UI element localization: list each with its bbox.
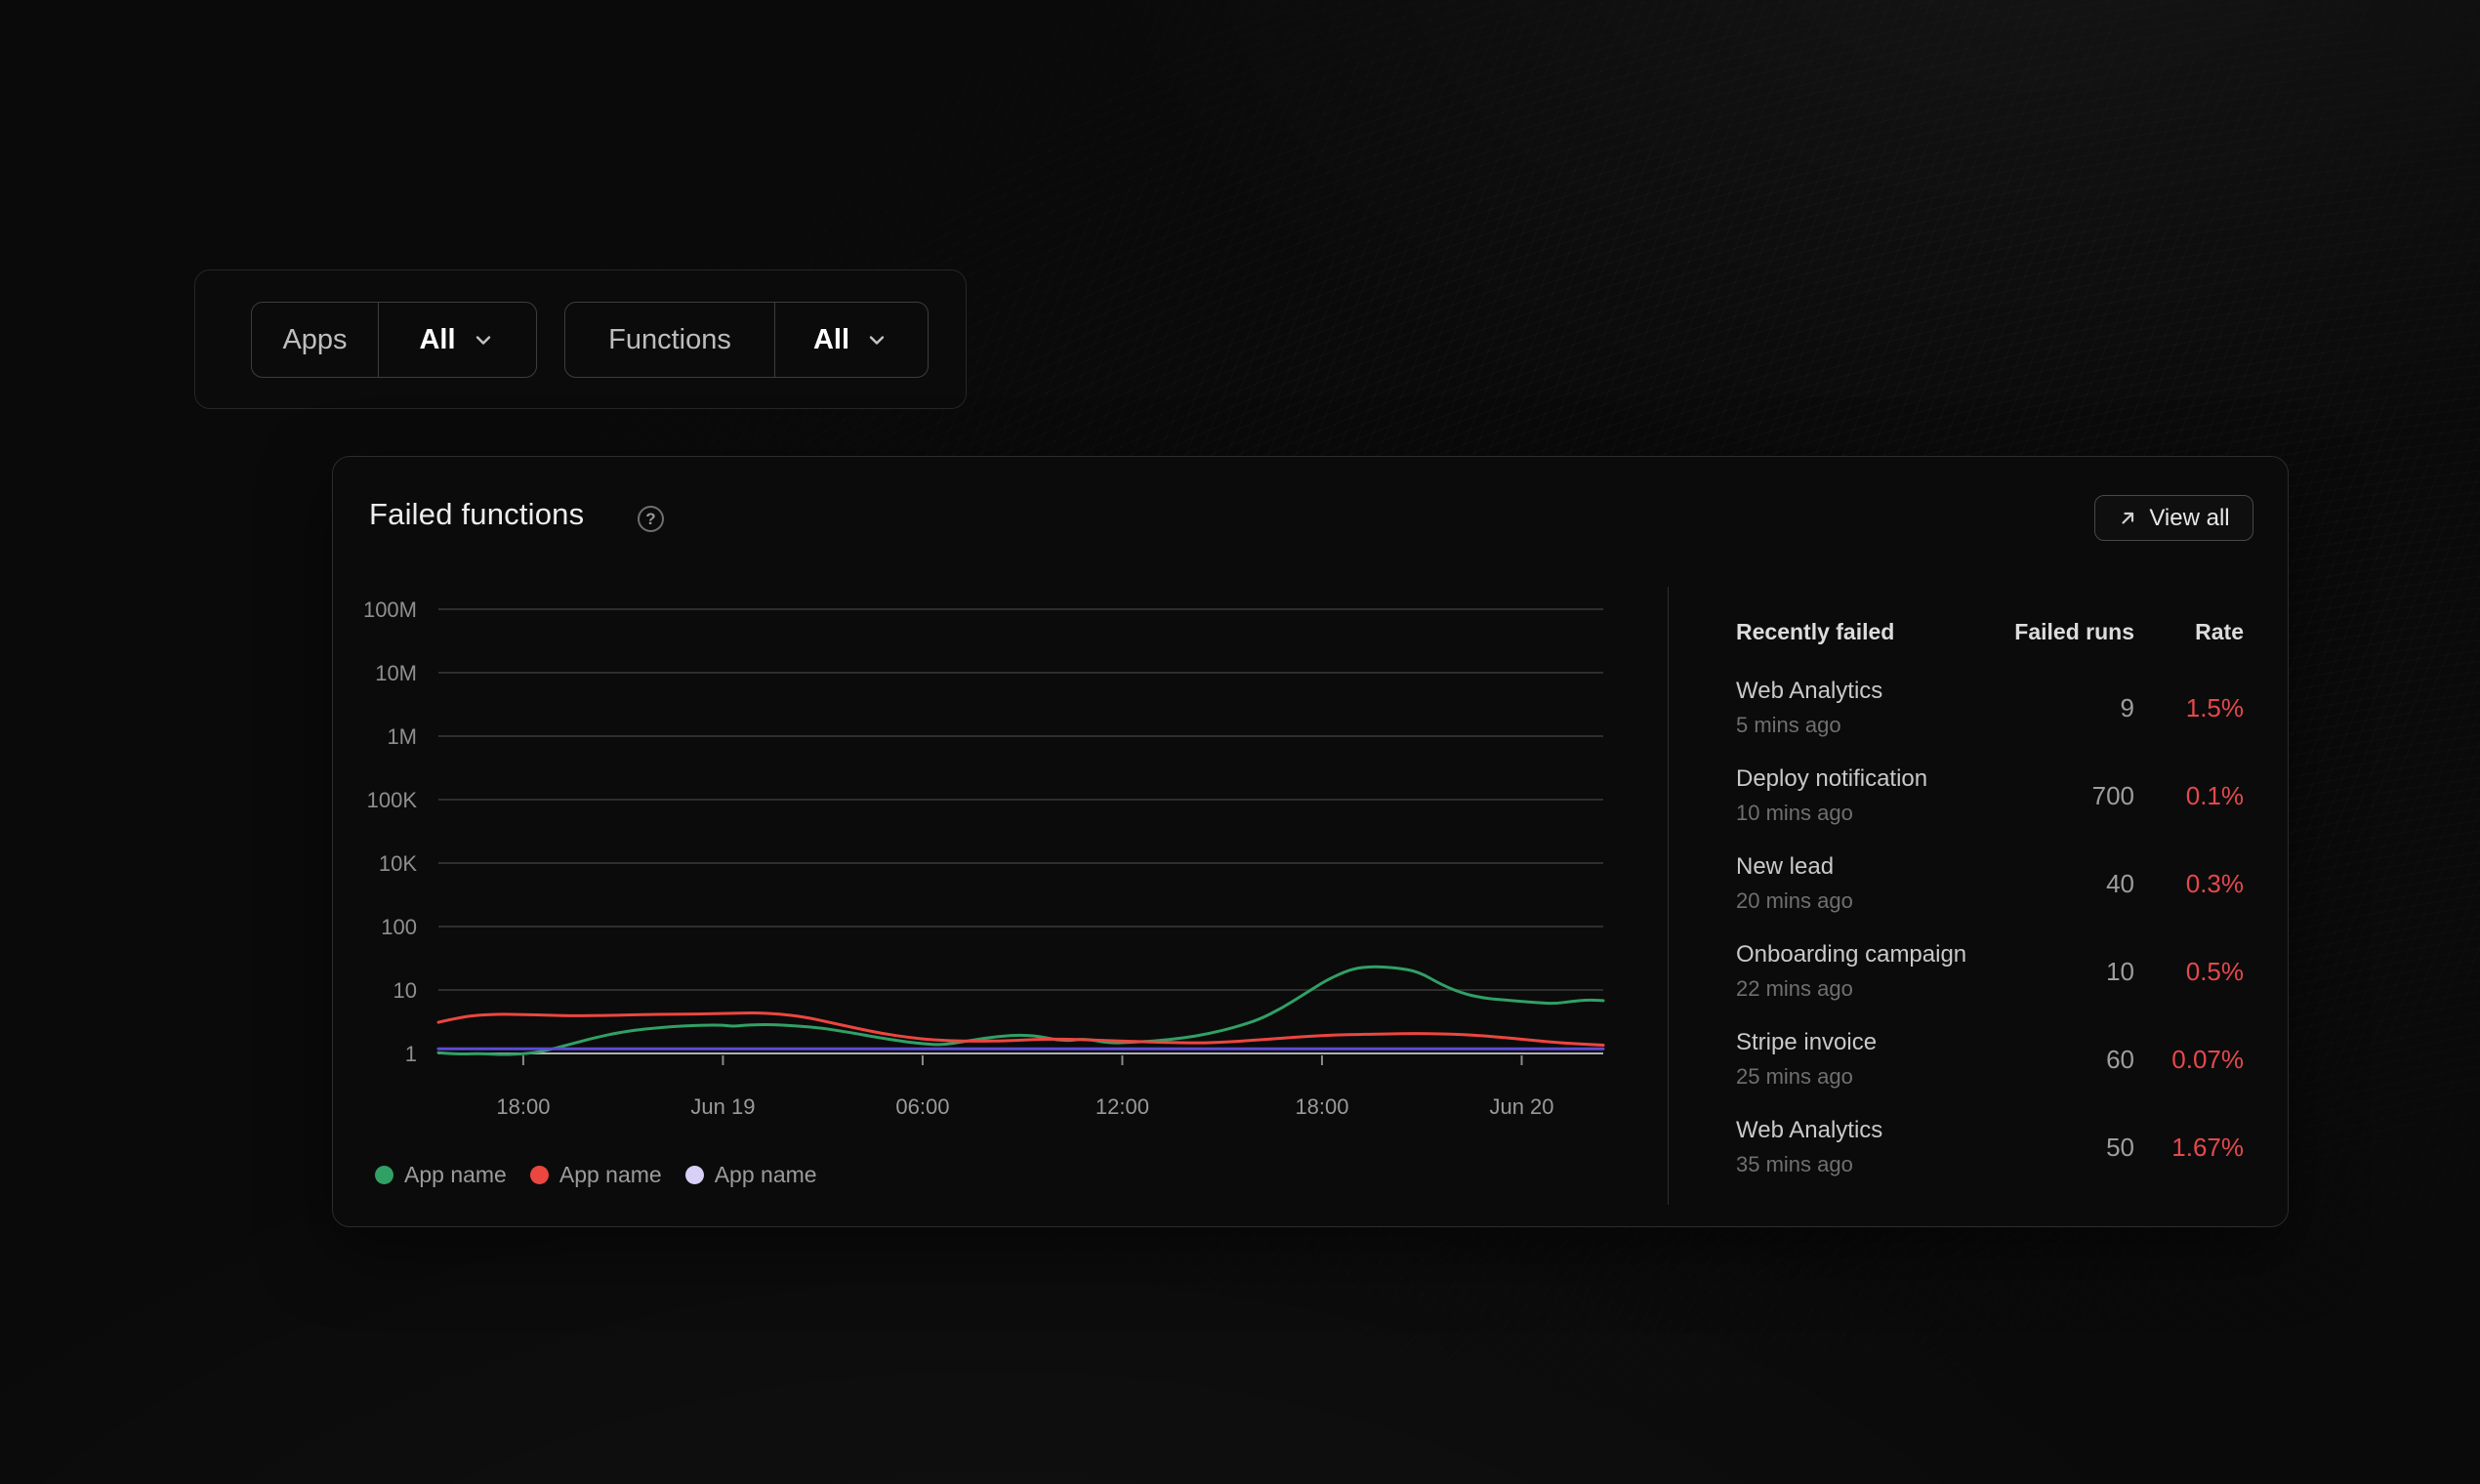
failed-runs-value: 10 (2106, 957, 2134, 987)
rate-value: 1.67% (2171, 1133, 2244, 1163)
legend-item[interactable]: App name (530, 1162, 662, 1188)
functions-filter-selected-value: All (813, 324, 849, 356)
apps-filter-dropdown[interactable]: All (379, 303, 536, 377)
table-row[interactable]: Onboarding campaign 22 mins ago 10 0.5% (1736, 941, 2244, 1029)
arrow-up-right-icon (2118, 508, 2138, 528)
legend-item[interactable]: App name (375, 1162, 507, 1188)
svg-text:18:00: 18:00 (1295, 1094, 1348, 1119)
svg-text:1M: 1M (387, 724, 417, 749)
table-row[interactable]: New lead 20 mins ago 40 0.3% (1736, 853, 2244, 941)
card-title: Failed functions (369, 497, 584, 532)
svg-text:10M: 10M (375, 661, 417, 685)
view-all-label: View all (2149, 505, 2229, 532)
function-time: 10 mins ago (1736, 801, 1853, 826)
table-header-rate: Rate (2195, 619, 2244, 645)
function-time: 25 mins ago (1736, 1064, 1853, 1090)
function-name: New lead (1736, 853, 1834, 881)
svg-text:06:00: 06:00 (895, 1094, 949, 1119)
function-name: Deploy notification (1736, 765, 1927, 793)
rate-value: 0.3% (2186, 869, 2244, 899)
function-name: Stripe invoice (1736, 1029, 1877, 1056)
divider (1668, 587, 1669, 1205)
legend-label: App name (715, 1162, 817, 1188)
failed-functions-card: Failed functions ? View all 11010010K100… (332, 456, 2289, 1227)
failed-runs-value: 60 (2106, 1045, 2134, 1075)
view-all-button[interactable]: View all (2094, 495, 2253, 541)
function-name: Onboarding campaign (1736, 941, 1966, 969)
function-name: Web Analytics (1736, 678, 1882, 705)
apps-filter-label: Apps (252, 303, 379, 377)
failed-runs-value: 50 (2106, 1133, 2134, 1163)
table-row[interactable]: Web Analytics 5 mins ago 9 1.5% (1736, 678, 2244, 765)
table-row[interactable]: Deploy notification 10 mins ago 700 0.1% (1736, 765, 2244, 853)
rate-value: 0.07% (2171, 1045, 2244, 1075)
functions-filter-dropdown[interactable]: All (775, 303, 928, 377)
table-header-recently-failed: Recently failed (1736, 619, 1894, 645)
legend-label: App name (559, 1162, 662, 1188)
apps-filter: Apps All (251, 302, 537, 378)
apps-filter-selected-value: All (419, 324, 455, 356)
svg-text:100K: 100K (367, 788, 418, 812)
table-header-failed-runs: Failed runs (2014, 619, 2134, 645)
svg-text:12:00: 12:00 (1095, 1094, 1149, 1119)
legend-dot-red (530, 1166, 549, 1184)
table-row[interactable]: Web Analytics 35 mins ago 50 1.67% (1736, 1117, 2244, 1205)
svg-text:1: 1 (405, 1042, 417, 1066)
rate-value: 0.1% (2186, 781, 2244, 811)
function-time: 5 mins ago (1736, 713, 1841, 738)
rate-value: 1.5% (2186, 693, 2244, 723)
failed-runs-value: 700 (2092, 781, 2134, 811)
chevron-down-icon (864, 327, 889, 352)
table-row[interactable]: Stripe invoice 25 mins ago 60 0.07% (1736, 1029, 2244, 1117)
filter-bar: Apps All Functions All (194, 269, 967, 409)
svg-text:100M: 100M (363, 598, 417, 622)
svg-text:18:00: 18:00 (496, 1094, 550, 1119)
help-icon[interactable]: ? (638, 506, 664, 532)
legend-label: App name (404, 1162, 507, 1188)
functions-filter-label: Functions (565, 303, 775, 377)
svg-text:10K: 10K (379, 851, 417, 876)
function-name: Web Analytics (1736, 1117, 1882, 1144)
function-time: 35 mins ago (1736, 1152, 1853, 1177)
functions-filter: Functions All (564, 302, 929, 378)
rate-value: 0.5% (2186, 957, 2244, 987)
failed-runs-value: 40 (2106, 869, 2134, 899)
svg-text:Jun 19: Jun 19 (690, 1094, 755, 1119)
svg-text:100: 100 (381, 915, 417, 939)
function-time: 20 mins ago (1736, 888, 1853, 914)
legend-item[interactable]: App name (685, 1162, 817, 1188)
legend-dot-green (375, 1166, 393, 1184)
svg-text:Jun 20: Jun 20 (1489, 1094, 1553, 1119)
recently-failed-table: Recently failed Failed runs Rate Web Ana… (1736, 619, 2244, 1205)
page-background: Apps All Functions All Failed functions … (0, 0, 2480, 1484)
chart-legend: App name App name App name (375, 1162, 817, 1188)
legend-dot-purple (685, 1166, 704, 1184)
svg-text:10: 10 (393, 978, 417, 1003)
failed-runs-value: 9 (2121, 693, 2134, 723)
function-time: 22 mins ago (1736, 976, 1853, 1002)
failed-functions-chart: 1 10 100 10K 100K 1M 10M 100M 18:00 Jun 19 06:00 12… (352, 587, 1641, 1134)
chevron-down-icon (471, 327, 496, 352)
